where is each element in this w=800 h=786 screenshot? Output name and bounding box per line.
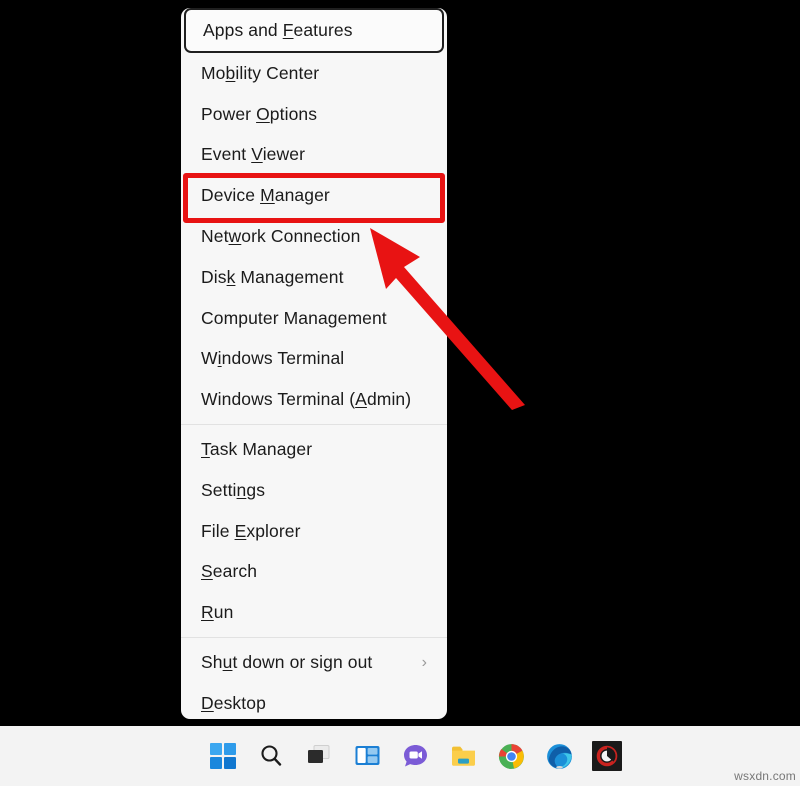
menu-item-label: Windows Terminal <box>201 348 433 369</box>
menu-item-label: Computer Management <box>201 308 433 329</box>
menu-group-system: Apps and Features Mobility Center Power … <box>181 8 447 420</box>
widgets-icon[interactable] <box>352 741 383 772</box>
menu-item-file-explorer[interactable]: File Explorer <box>181 511 447 552</box>
menu-group-power: Shut down or sign out › Desktop <box>181 642 447 719</box>
menu-item-label: Event Viewer <box>201 144 433 165</box>
menu-item-device-manager[interactable]: Device Manager <box>181 175 447 216</box>
menu-item-label: Disk Management <box>201 267 433 288</box>
taskbar-icon-group <box>208 741 623 772</box>
menu-item-settings[interactable]: Settings <box>181 470 447 511</box>
menu-item-power-options[interactable]: Power Options <box>181 94 447 135</box>
menu-item-event-viewer[interactable]: Event Viewer <box>181 135 447 176</box>
menu-separator <box>181 637 447 638</box>
menu-item-shut-down-or-sign-out[interactable]: Shut down or sign out › <box>181 642 447 683</box>
menu-item-label: Settings <box>201 480 433 501</box>
menu-item-disk-management[interactable]: Disk Management <box>181 257 447 298</box>
taskbar: wsxdn.com <box>0 726 800 786</box>
app-icon[interactable] <box>592 741 623 772</box>
menu-item-mobility-center[interactable]: Mobility Center <box>181 53 447 94</box>
task-view-icon[interactable] <box>304 741 335 772</box>
menu-item-label: Run <box>201 602 433 623</box>
chat-icon[interactable] <box>400 741 431 772</box>
menu-item-label: Power Options <box>201 104 433 125</box>
menu-item-search[interactable]: Search <box>181 552 447 593</box>
menu-item-label: Network Connection <box>201 226 433 247</box>
watermark-text: wsxdn.com <box>734 769 796 783</box>
menu-item-task-manager[interactable]: Task Manager <box>181 429 447 470</box>
menu-item-computer-management[interactable]: Computer Management <box>181 298 447 339</box>
search-icon[interactable] <box>256 741 287 772</box>
menu-item-label: Task Manager <box>201 439 433 460</box>
winx-quick-link-menu: Apps and Features Mobility Center Power … <box>181 8 447 719</box>
menu-item-label: Windows Terminal (Admin) <box>201 389 433 410</box>
edge-icon[interactable] <box>544 741 575 772</box>
menu-item-label: Mobility Center <box>201 63 433 84</box>
menu-item-windows-terminal-admin[interactable]: Windows Terminal (Admin) <box>181 379 447 420</box>
menu-item-run[interactable]: Run <box>181 592 447 633</box>
start-icon[interactable] <box>208 741 239 772</box>
menu-item-apps-and-features[interactable]: Apps and Features <box>184 8 444 53</box>
chevron-right-icon: › <box>422 655 433 671</box>
menu-item-label: Desktop <box>201 693 433 714</box>
menu-item-network-connection[interactable]: Network Connection <box>181 216 447 257</box>
menu-item-desktop[interactable]: Desktop <box>181 683 447 719</box>
menu-item-windows-terminal[interactable]: Windows Terminal <box>181 339 447 380</box>
menu-group-tools: Task Manager Settings File Explorer Sear… <box>181 429 447 633</box>
chrome-icon[interactable] <box>496 741 527 772</box>
file-explorer-icon[interactable] <box>448 741 479 772</box>
menu-item-label: Search <box>201 561 433 582</box>
menu-item-label: Apps and Features <box>203 20 428 41</box>
menu-item-label: Shut down or sign out <box>201 652 422 673</box>
menu-item-label: Device Manager <box>201 185 433 206</box>
menu-separator <box>181 424 447 425</box>
menu-item-label: File Explorer <box>201 521 433 542</box>
